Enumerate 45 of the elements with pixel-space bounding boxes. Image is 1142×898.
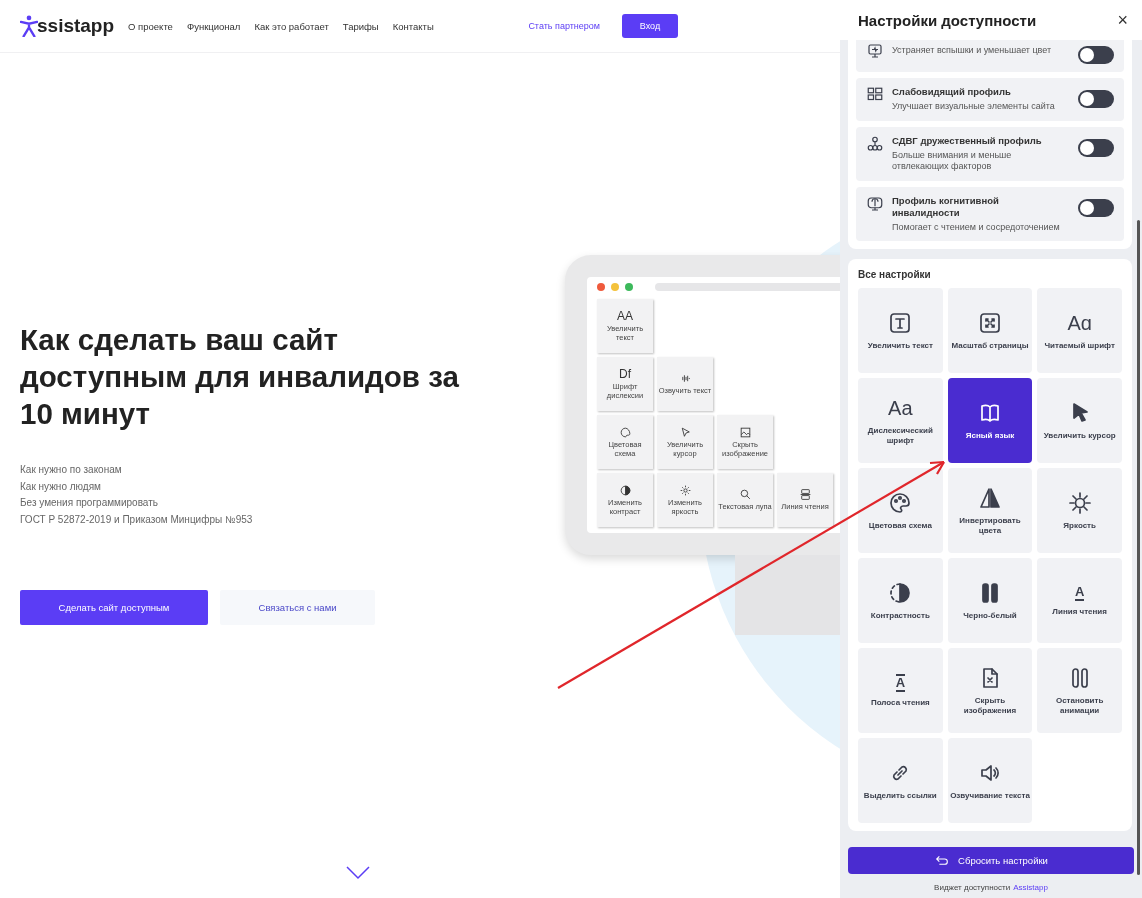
hero-point: Как нужно людям (20, 479, 102, 494)
setting-tile[interactable]: Увеличить текст (858, 288, 943, 373)
setting-tile[interactable]: Остановить анимации (1037, 648, 1122, 733)
hero-title: Как сделать ваш сайт доступным для инвалидов за 10 минут (20, 322, 460, 432)
nav-link[interactable]: О проекте (128, 20, 173, 32)
login-button[interactable]: Вход (622, 14, 678, 38)
setting-tile[interactable]: Черно-белый (947, 558, 1033, 643)
setting-tile[interactable]: Выделить ссылки (858, 738, 943, 823)
footer-text: Виджет доступности (934, 883, 1011, 892)
setting-tile[interactable]: Aa Дислексический шрифт (858, 378, 943, 463)
setting-tile[interactable]: Цветовая схема (858, 468, 943, 553)
nav-link[interactable]: Контакты (392, 20, 434, 32)
close-button[interactable]: × (1113, 9, 1132, 31)
partner-link[interactable]: Стать партнером (528, 21, 600, 31)
setting-tile[interactable]: Скрыть изображения (947, 648, 1033, 733)
section-title: Все настройки (858, 269, 932, 280)
nav-link[interactable]: Как это работает (254, 20, 329, 32)
profile-description: Помогает с чтением и сосредоточением (892, 221, 1061, 233)
profile-description: Улучшает визуальные элементы сайта (892, 101, 1056, 113)
nav-link[interactable]: Функционал (186, 20, 241, 32)
hero-point: Без умения программировать (20, 496, 159, 510)
setting-tile[interactable]: Яркость (1037, 468, 1122, 553)
setting-tile[interactable]: Озвучивание текста (947, 738, 1033, 823)
hero-point: Как нужно по законам (20, 463, 123, 477)
make-accessible-button[interactable]: Сделать сайт доступным (20, 590, 208, 625)
setting-tile[interactable]: Ясный язык (947, 378, 1033, 463)
nav-link[interactable]: Тарифы (342, 20, 379, 32)
profile-title: Слабовидящий профиль (892, 86, 1012, 98)
profile-title: Профиль когнитивной инвалидности (892, 194, 1000, 219)
profile-description: Больше внимания и меньше отвлекающих факторов (892, 149, 1013, 173)
profile-title: СДВГ дружественный профиль (892, 134, 1043, 147)
contact-button[interactable]: Связаться с нами (220, 590, 375, 625)
setting-tile[interactable]: Масштаб страницы (947, 288, 1033, 373)
profile-description: Устраняет вспышки и уменьшает цвет (892, 45, 1053, 57)
setting-tile[interactable]: Увеличить курсор (1037, 378, 1122, 463)
reset-button[interactable]: Сбросить настройки (848, 847, 1134, 874)
panel-title: Настройки доступности (858, 11, 1037, 29)
setting-tile[interactable]: Инвертировать цвета (947, 468, 1033, 553)
logo-text[interactable]: ssistapp (37, 15, 115, 37)
footer-link[interactable]: Assistapp (1013, 883, 1048, 892)
setting-tile[interactable]: A Полоса чтения (858, 648, 943, 733)
setting-tile[interactable]: Aɑ Читаемый шрифт (1037, 288, 1122, 373)
setting-tile[interactable]: A Линия чтения (1037, 558, 1122, 643)
setting-tile[interactable]: Контрастность (858, 558, 943, 643)
hero-point: ГОСТ Р 52872-2019 и Приказом Минцифры №953 (20, 512, 254, 527)
